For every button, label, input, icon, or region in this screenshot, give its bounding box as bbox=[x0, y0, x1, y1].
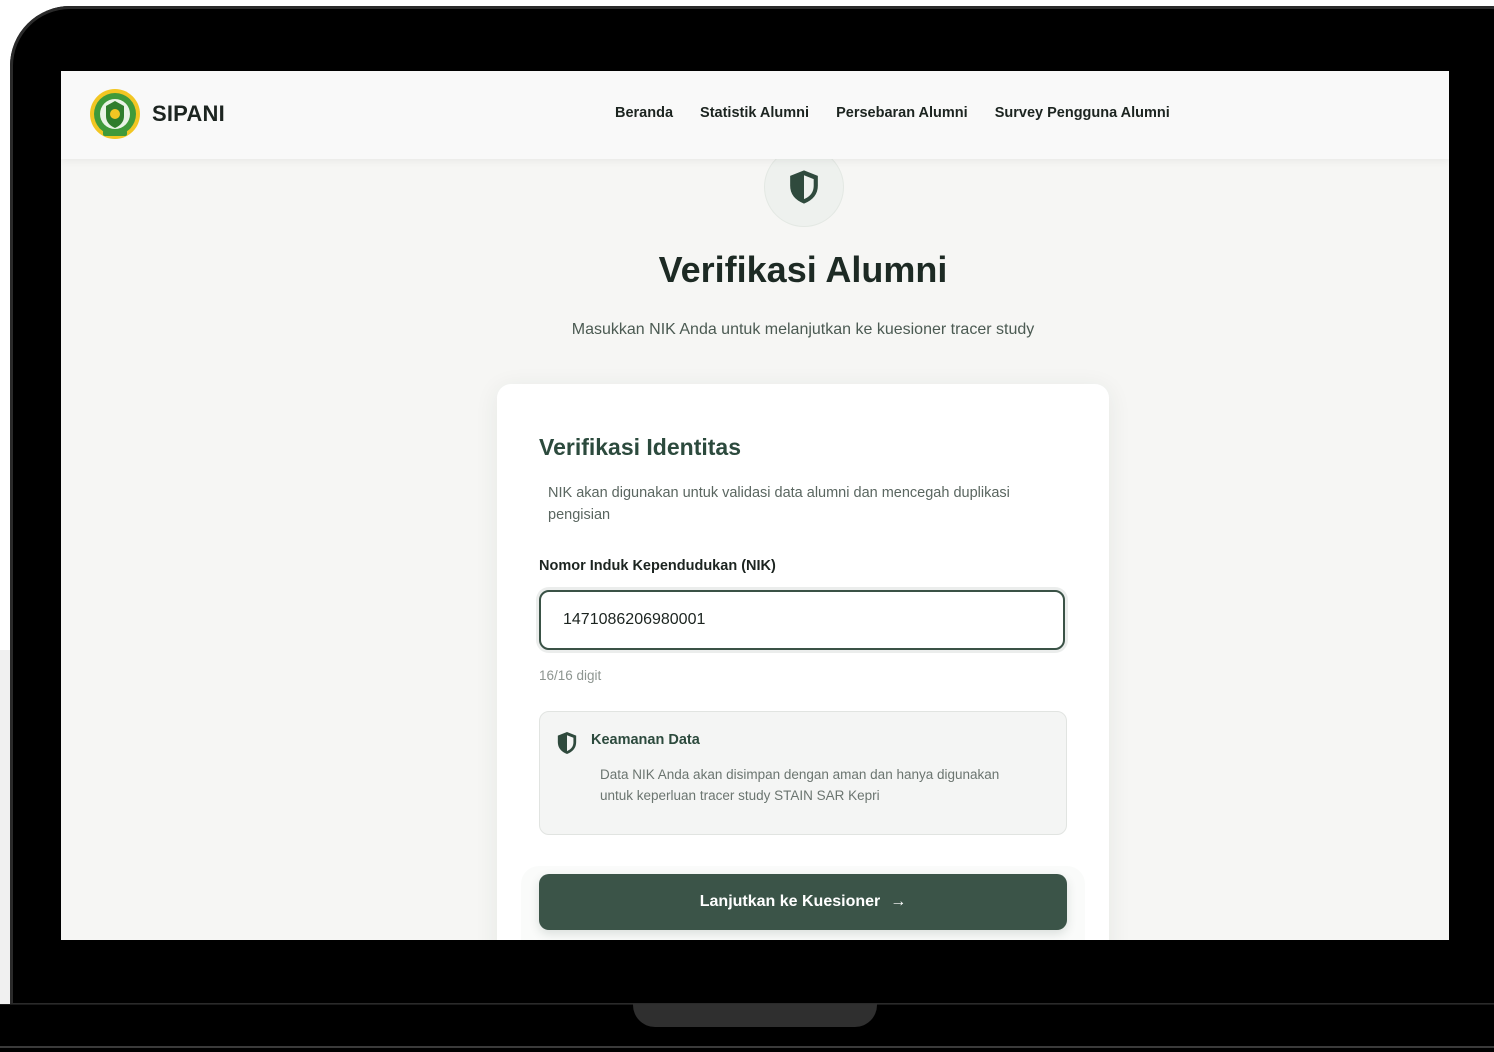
navbar: SIPANI Beranda Statistik Alumni Persebar… bbox=[61, 71, 1449, 159]
brand-name[interactable]: SIPANI bbox=[152, 101, 225, 127]
page-subtitle: Masukkan NIK Anda untuk melanjutkan ke k… bbox=[571, 321, 1035, 338]
card-title: Verifikasi Identitas bbox=[539, 434, 741, 460]
logo-emblem-icon[interactable] bbox=[89, 88, 141, 140]
nav-survey-pengguna-alumni[interactable]: Survey Pengguna Alumni bbox=[995, 105, 1170, 121]
hero-shield-badge bbox=[764, 147, 844, 227]
shield-icon bbox=[557, 732, 577, 754]
arrow-right-icon: → bbox=[890, 893, 907, 910]
main-nav: Beranda Statistik Alumni Persebaran Alum… bbox=[615, 105, 1170, 121]
page-title: Verifikasi Alumni bbox=[658, 249, 948, 290]
verification-card: Verifikasi Identitas NIK akan digunakan … bbox=[497, 384, 1109, 940]
nav-persebaran-alumni[interactable]: Persebaran Alumni bbox=[836, 105, 968, 121]
digit-counter: 16/16 digit bbox=[539, 668, 602, 683]
desk-background bbox=[0, 650, 10, 1004]
laptop-notch bbox=[633, 1004, 877, 1027]
nav-beranda[interactable]: Beranda bbox=[615, 105, 673, 121]
security-text: Data NIK Anda akan disimpan dengan aman … bbox=[600, 767, 1000, 803]
screen: SIPANI Beranda Statistik Alumni Persebar… bbox=[61, 71, 1449, 940]
nik-input[interactable] bbox=[539, 590, 1065, 650]
card-description: NIK akan digunakan untuk validasi data a… bbox=[548, 485, 1010, 523]
nav-statistik-alumni[interactable]: Statistik Alumni bbox=[700, 105, 809, 121]
shield-icon bbox=[790, 170, 818, 204]
nik-field-label: Nomor Induk Kependudukan (NIK) bbox=[539, 558, 776, 574]
security-notice: Keamanan Data Data NIK Anda akan disimpa… bbox=[539, 711, 1067, 835]
laptop-base-edge bbox=[0, 1046, 1494, 1048]
security-title: Keamanan Data bbox=[591, 732, 700, 748]
continue-button[interactable]: Lanjutkan ke Kuesioner → bbox=[539, 874, 1067, 930]
continue-button-label: Lanjutkan ke Kuesioner bbox=[699, 893, 881, 910]
